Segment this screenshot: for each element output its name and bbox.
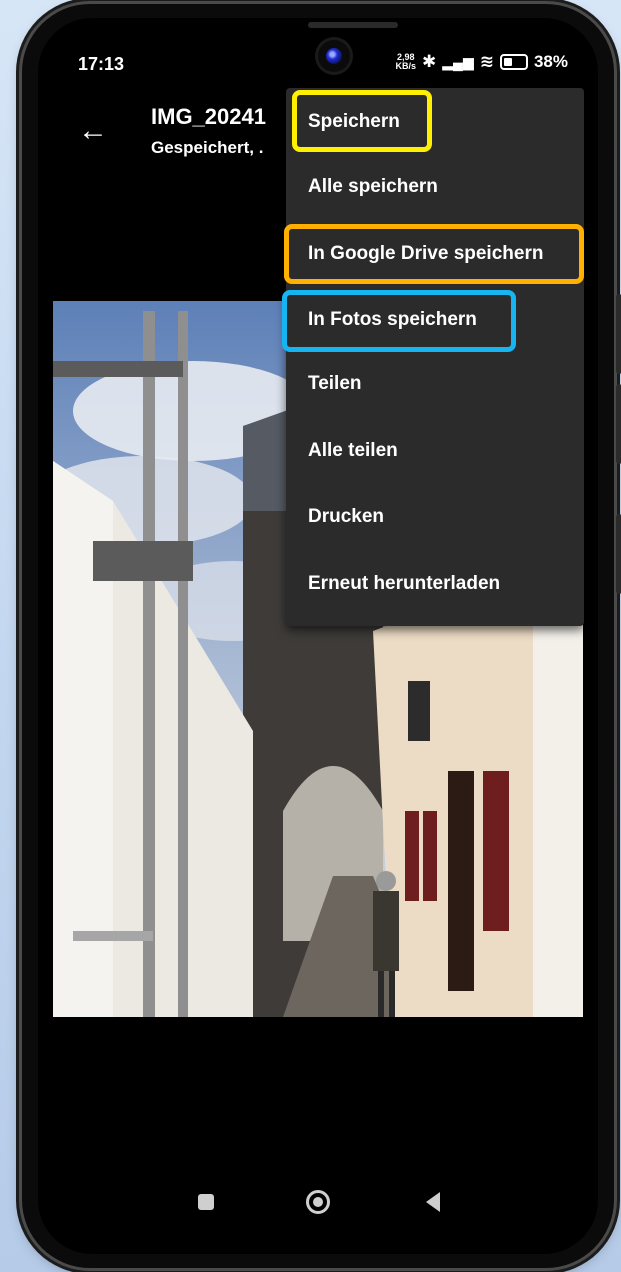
battery-icon — [499, 54, 528, 70]
overflow-menu: Speichern Alle speichern In Google Drive… — [282, 88, 584, 626]
file-subtitle: Gespeichert, . — [151, 138, 264, 157]
phone-frame: 17:13 2,98 KB/s ✱ ▂▄▆ ≋ 38% ← IMG_20241 … — [22, 4, 621, 1268]
square-icon[interactable] — [198, 1194, 214, 1210]
status-icons: 2,98 KB/s ✱ ▂▄▆ ≋ 38% — [396, 52, 569, 72]
file-title: IMG_20241 — [151, 104, 266, 129]
back-arrow-icon[interactable]: ← — [78, 114, 108, 148]
navigation-bar — [38, 1154, 598, 1254]
volume-up-button — [616, 294, 621, 374]
menu-item-alle-teilen[interactable]: Alle teilen — [286, 421, 584, 481]
menu-item-teilen[interactable]: Teilen — [286, 354, 584, 414]
menu-item-drucken[interactable]: Drucken — [286, 487, 584, 547]
wifi-icon: ≋ — [479, 52, 494, 71]
bluetooth-icon: ✱ — [422, 52, 437, 71]
net-speed: 2,98 KB/s — [395, 52, 417, 71]
power-button — [616, 514, 621, 594]
status-time: 17:13 — [78, 54, 125, 74]
signal-icon: ▂▄▆ — [442, 53, 474, 70]
front-camera-icon — [318, 40, 350, 72]
menu-item-fotos-speichern[interactable]: In Fotos speichern — [286, 290, 584, 350]
circle-icon[interactable] — [306, 1190, 330, 1214]
menu-item-google-drive-speichern[interactable]: In Google Drive speichern — [286, 224, 584, 284]
menu-item-speichern[interactable]: Speichern — [286, 92, 584, 152]
earpiece — [308, 22, 398, 28]
triangle-back-icon[interactable] — [426, 1192, 440, 1212]
battery-percent: 38% — [533, 52, 568, 71]
screen: 17:13 2,98 KB/s ✱ ▂▄▆ ≋ 38% ← IMG_20241 … — [38, 18, 598, 1254]
menu-item-alle-speichern[interactable]: Alle speichern — [286, 157, 584, 217]
volume-down-button — [616, 384, 621, 464]
menu-item-erneut-herunterladen[interactable]: Erneut herunterladen — [286, 554, 584, 614]
